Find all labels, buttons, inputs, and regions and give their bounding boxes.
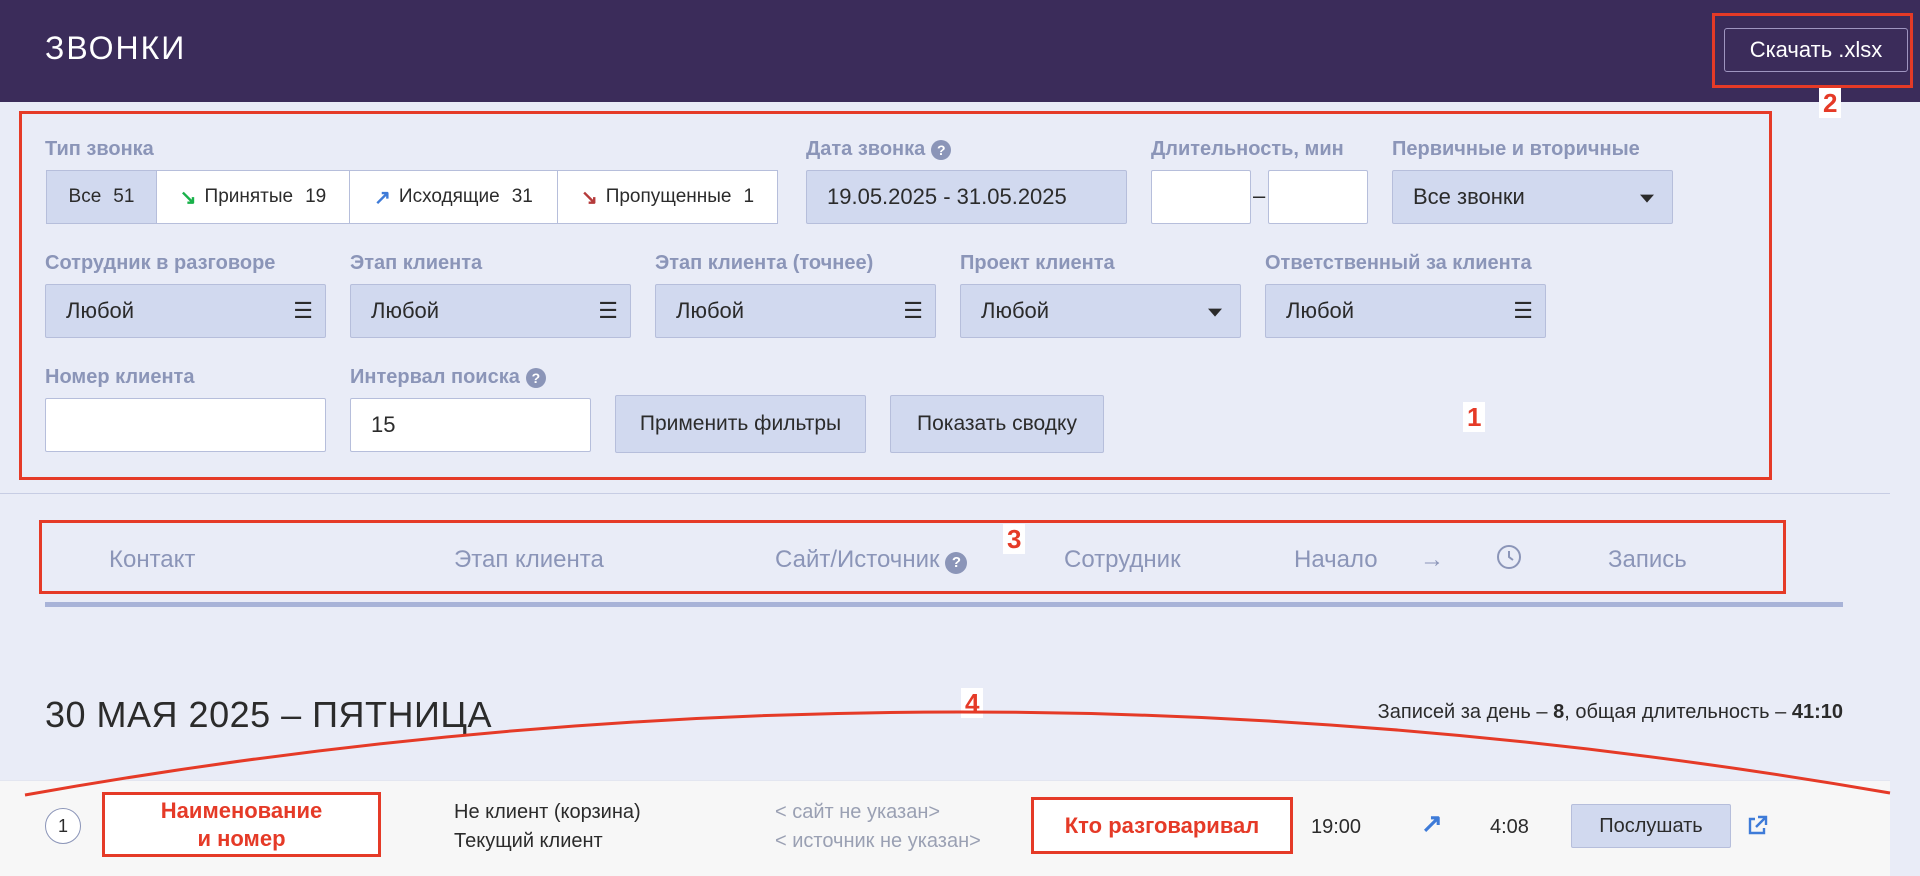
annotation-contact-box: Наименование и номер [102,792,381,857]
annotation-arc [24,710,1891,797]
annotation-employee-box: Кто разговаривал [1031,797,1293,854]
